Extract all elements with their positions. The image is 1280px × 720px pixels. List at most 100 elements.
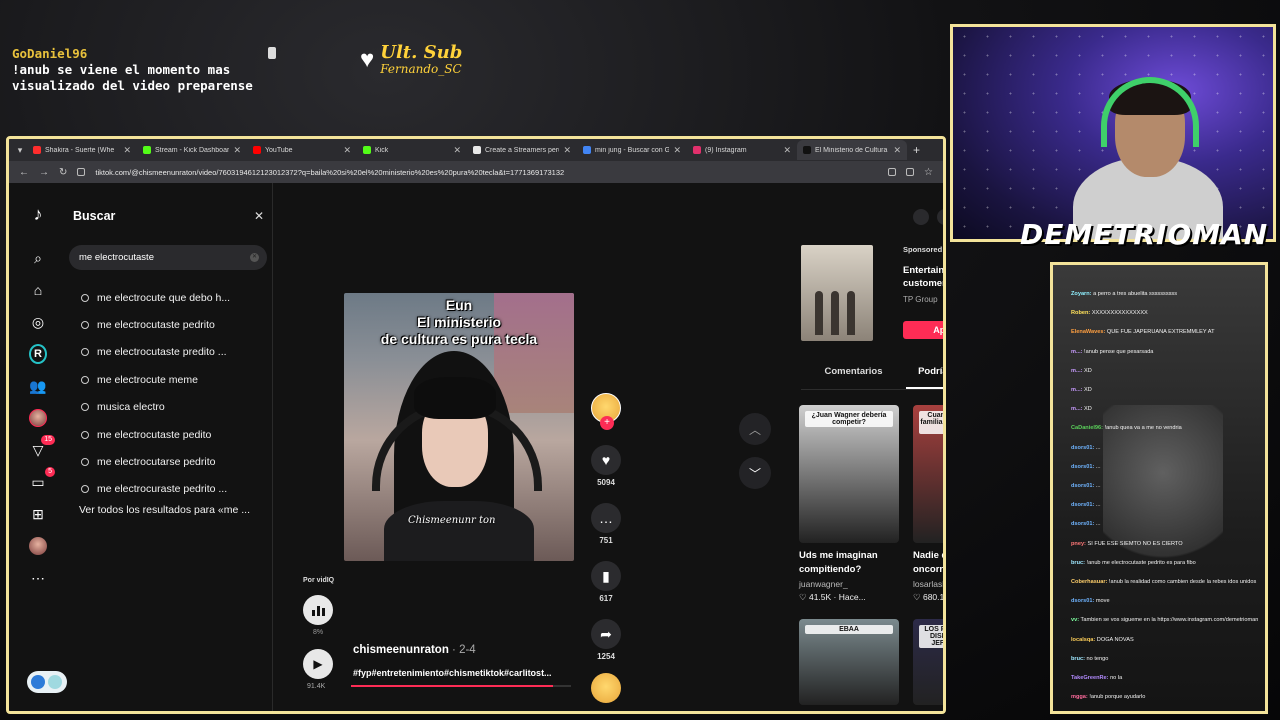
close-tab-icon[interactable]: ✕ — [893, 145, 901, 156]
upload-icon[interactable]: ⊞ — [29, 505, 47, 523]
search-suggestion[interactable]: me electrocute que debo h... — [81, 284, 271, 311]
forward-icon[interactable]: → — [39, 167, 49, 178]
reload-icon[interactable]: ↻ — [59, 167, 67, 178]
video-progress-bar[interactable] — [351, 685, 571, 687]
search-suggestion[interactable]: me electrocuraste pedrito ... — [81, 476, 271, 503]
chat-text: no tengo — [1084, 655, 1109, 662]
recommendations-grid: ¿Juan Wagner debería competir? Uds me ima… — [799, 405, 943, 705]
following-icon[interactable]: 👥 — [29, 377, 47, 395]
search-suggestion[interactable]: me electrocutaste pedrito — [81, 311, 271, 338]
close-tab-icon[interactable]: ✕ — [563, 145, 571, 156]
next-video-button[interactable]: ﹀ — [739, 457, 771, 489]
save-action: ▮ 617 — [591, 561, 621, 603]
explore-icon[interactable]: ◎ — [29, 313, 47, 331]
see-all-results-link[interactable]: Ver todos los resultados para «me ... — [79, 504, 250, 516]
url-field[interactable]: tiktok.com/@chismeenunraton/video/760319… — [95, 168, 878, 177]
creator-avatar[interactable]: + — [591, 393, 621, 430]
video-hashtags[interactable]: #fyp#entretenimiento#chismetiktok#carlit… — [353, 668, 552, 678]
recommended-video[interactable]: EBAA — [799, 619, 899, 705]
tab-comments[interactable]: Comentarios — [801, 366, 906, 389]
share-count: 1254 — [597, 652, 615, 661]
chat-line: mgga: !anub porque ayudarlo — [1071, 688, 1261, 707]
more-icon[interactable]: ⋯ — [29, 569, 47, 587]
address-bar: ← → ↻ tiktok.com/@chismeenunraton/video/… — [9, 161, 943, 183]
comment-button[interactable]: … — [591, 503, 621, 533]
site-info-icon[interactable] — [77, 168, 86, 176]
compass-icon[interactable] — [913, 209, 929, 225]
share-button[interactable]: ➦ — [591, 619, 621, 649]
search-icon — [81, 430, 89, 439]
vidiq-stats-button[interactable] — [303, 595, 333, 625]
search-suggestion[interactable]: me electrocutarse pedrito — [81, 448, 271, 475]
ad-title[interactable]: Entertainment meets customer experience.… — [903, 264, 943, 290]
browser-tab[interactable]: El Ministerio de Cultura y ✕ — [797, 140, 907, 160]
tab-you-may-like[interactable]: Podría interesarte — [906, 366, 943, 389]
chat-line: m...: XD — [1071, 381, 1261, 400]
tiktok-logo-icon[interactable]: ♪ — [29, 204, 47, 224]
author-name[interactable]: chismeenunraton — [353, 644, 449, 656]
tab-search-chevron-icon[interactable]: ▾ — [13, 145, 27, 156]
ad-thumbnail[interactable] — [801, 245, 873, 341]
translate-icon[interactable] — [888, 168, 897, 176]
back-icon[interactable]: ← — [19, 167, 29, 178]
close-tab-icon[interactable]: ✕ — [123, 145, 131, 156]
close-tab-icon[interactable]: ✕ — [453, 145, 461, 156]
extension-toggle[interactable] — [27, 671, 67, 693]
new-tab-button[interactable]: + — [907, 140, 927, 160]
previous-video-button[interactable]: ︿ — [739, 413, 771, 445]
video-thumbnail[interactable]: ¿Juan Wagner debería competir? — [799, 405, 899, 543]
browser-tab[interactable]: YouTube ✕ — [247, 140, 357, 160]
browser-tab[interactable]: (9) Instagram ✕ — [687, 140, 797, 160]
search-suggestion[interactable]: me electrocute meme — [81, 366, 271, 393]
close-tab-icon[interactable]: ✕ — [233, 145, 241, 156]
browser-tab[interactable]: Stream - Kick Dashboard ✕ — [137, 140, 247, 160]
chat-user: Roben: — [1071, 310, 1091, 317]
tab-title: Kick — [375, 146, 389, 154]
close-tab-icon[interactable]: ✕ — [343, 145, 351, 156]
device-icon[interactable] — [937, 209, 943, 225]
video-thumbnail[interactable]: EBAA — [799, 619, 899, 705]
rewards-icon[interactable]: R — [29, 344, 47, 364]
video-author[interactable]: chismeenunraton · 2-4 — [353, 644, 476, 656]
bookmark-star-icon[interactable]: ☆ — [924, 167, 933, 178]
profile-avatar[interactable] — [29, 537, 47, 555]
activity-icon[interactable]: ▽ 15 — [29, 435, 55, 459]
chat-user: dsors01: — [1071, 502, 1095, 509]
clear-icon[interactable]: ✕ — [250, 253, 259, 262]
chat-user: dsors01: — [1071, 598, 1095, 605]
browser-tab[interactable]: Create a Streamers peru ✕ — [467, 140, 577, 160]
side-tools — [913, 209, 943, 225]
recommended-video[interactable]: LOS PROYECTOS QUE DISNEY TENÍA CON JEFFR… — [913, 619, 943, 705]
play-button[interactable]: ▶ — [303, 649, 333, 679]
search-suggestion[interactable]: musica electro — [81, 394, 271, 421]
close-icon[interactable]: ✕ — [254, 209, 264, 223]
search-suggestion[interactable]: me electrocutaste predito ... — [81, 339, 271, 366]
suggestion-text: musica electro — [97, 401, 165, 414]
inbox-icon[interactable]: ▭ 5 — [29, 467, 55, 491]
video-caption-line: El ministerio — [416, 314, 502, 330]
music-disc-avatar[interactable] — [591, 673, 621, 703]
apply-now-button[interactable]: Apply now — [903, 321, 943, 339]
extension-icon[interactable] — [906, 168, 915, 176]
chat-text: DOGA NOVAS — [1095, 636, 1134, 643]
close-tab-icon[interactable]: ✕ — [783, 145, 791, 156]
search-suggestion[interactable]: me electrocutaste pedito — [81, 421, 271, 448]
search-input[interactable]: me electrocutaste ✕ — [69, 245, 267, 270]
recommended-video[interactable]: ¿Juan Wagner debería competir? Uds me ima… — [799, 405, 899, 603]
like-button[interactable]: ♥ — [591, 445, 621, 475]
search-icon[interactable]: ⌕ — [29, 249, 47, 267]
recommended-video[interactable]: Cuando alguien de tu familia se identifi… — [913, 405, 943, 603]
chat-line: dsors01: ... — [1071, 515, 1261, 534]
follow-plus-icon[interactable]: + — [600, 416, 614, 430]
live-avatar[interactable] — [29, 409, 47, 427]
bookmark-button[interactable]: ▮ — [591, 561, 621, 591]
browser-tab[interactable]: Shakira - Suerte (Whe ✕ — [27, 140, 137, 160]
browser-tab[interactable]: Kick ✕ — [357, 140, 467, 160]
video-thumbnail[interactable]: Cuando alguien de tu familia se identifi… — [913, 405, 943, 543]
home-icon[interactable]: ⌂ — [29, 281, 47, 299]
close-tab-icon[interactable]: ✕ — [673, 145, 681, 156]
browser-tab[interactable]: min jung - Buscar con Go ✕ — [577, 140, 687, 160]
video-thumbnail[interactable]: LOS PROYECTOS QUE DISNEY TENÍA CON JEFFR… — [913, 619, 943, 705]
video-player[interactable]: Eun El ministerio de cultura es pura tec… — [344, 293, 574, 561]
pin-icon — [268, 47, 276, 59]
